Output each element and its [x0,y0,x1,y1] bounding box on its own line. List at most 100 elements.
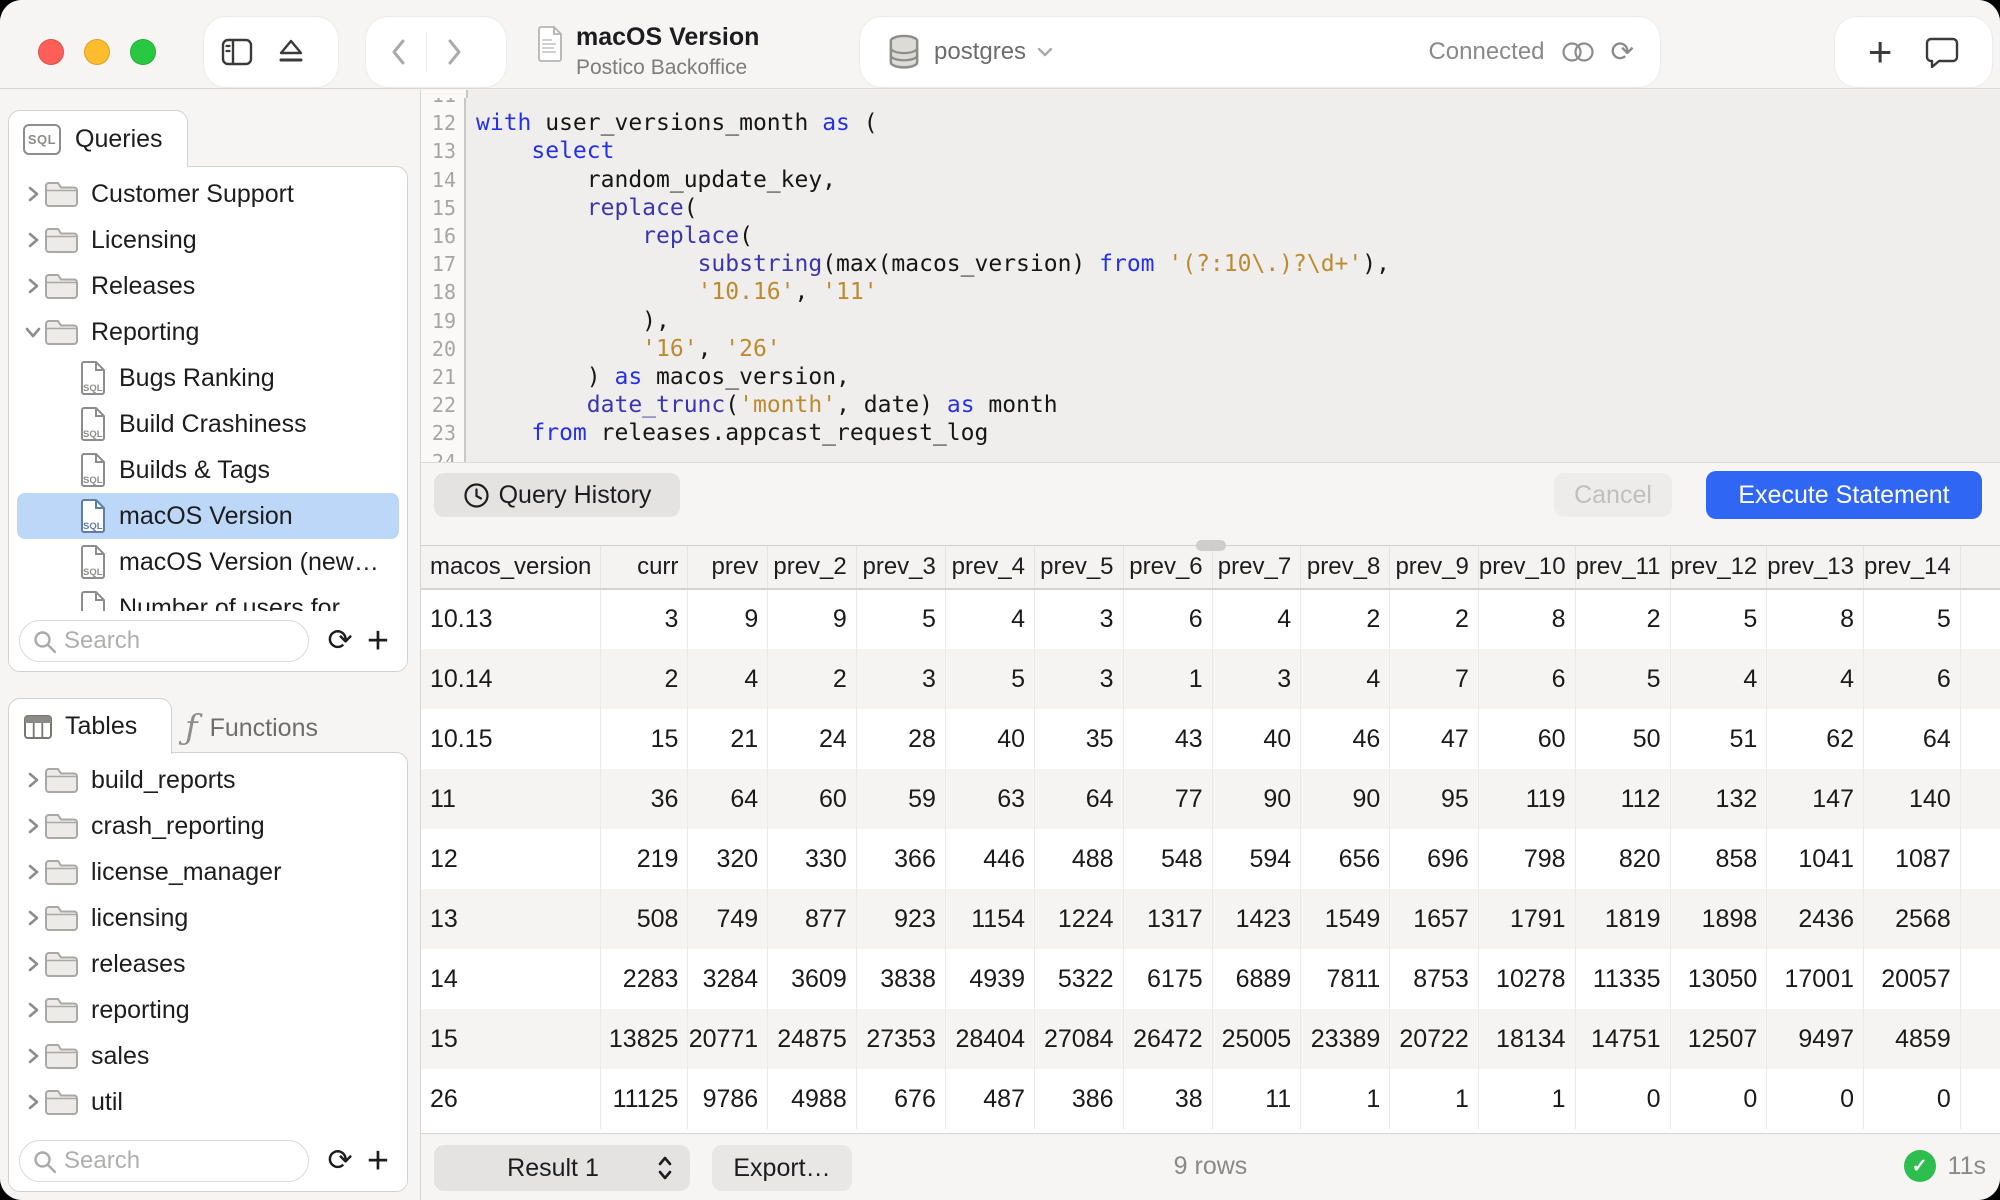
table-cell[interactable]: 5 [945,649,1034,709]
table-cell[interactable]: 24875 [768,1009,857,1069]
table-cell[interactable]: 0 [1670,1069,1767,1129]
schema-item-reporting[interactable]: reporting [17,987,399,1033]
reconnect-icon[interactable]: ⟳ [1611,37,1634,67]
query-item-reporting[interactable]: Reporting [17,309,399,355]
query-item-customer-support[interactable]: Customer Support [17,171,399,217]
schema-item-licensing[interactable]: licensing [17,895,399,941]
table-cell[interactable]: 24 [768,709,857,769]
table-cell[interactable]: 6175 [1123,949,1212,1009]
table-cell[interactable]: 77 [1123,769,1212,829]
table-cell[interactable]: 4 [688,649,768,709]
table-row-10.15[interactable]: 10.15152124284035434046476050516264 [421,709,2000,769]
table-cell[interactable]: 10.14 [421,649,601,709]
table-cell[interactable]: 820 [1575,829,1670,889]
table-cell[interactable]: 0 [1575,1069,1670,1129]
table-row-10.14[interactable]: 10.14242353134765446 [421,649,2000,709]
table-row-11[interactable]: 1136646059636477909095119112132147140 [421,769,2000,829]
table-cell[interactable]: 1898 [1670,889,1767,949]
table-cell[interactable]: 1549 [1301,889,1390,949]
splitter-handle[interactable] [1196,540,1226,551]
table-cell[interactable]: 8 [1478,589,1575,649]
table-cell[interactable]: 2 [1390,589,1479,649]
column-header-prev-10[interactable]: prev_10 [1478,546,1575,589]
table-cell[interactable]: 3 [1212,649,1301,709]
queries-tab[interactable]: SQL Queries [8,110,188,167]
table-cell[interactable]: 119 [1478,769,1575,829]
query-item-builds-tags[interactable]: SQLBuilds & Tags [17,447,399,493]
table-cell[interactable]: 3838 [856,949,945,1009]
chevron-right-icon[interactable] [23,954,43,974]
table-cell[interactable]: 7811 [1301,949,1390,1009]
table-cell[interactable]: 5 [1670,589,1767,649]
column-header-prev-7[interactable]: prev_7 [1212,546,1301,589]
table-cell[interactable]: 0 [1767,1069,1864,1129]
column-header-prev-6[interactable]: prev_6 [1123,546,1212,589]
database-selector[interactable]: postgres [934,38,1026,66]
table-cell[interactable]: 1819 [1575,889,1670,949]
chevron-down-icon[interactable] [23,322,43,342]
table-cell[interactable]: 13 [421,889,601,949]
table-cell[interactable]: 696 [1390,829,1479,889]
refresh-queries-button[interactable]: ⟳ [321,619,359,663]
table-cell[interactable]: 6889 [1212,949,1301,1009]
table-cell[interactable]: 4988 [768,1069,857,1129]
table-cell[interactable]: 3284 [688,949,768,1009]
table-cell[interactable]: 5 [856,589,945,649]
table-cell[interactable]: 676 [856,1069,945,1129]
chevron-right-icon[interactable] [23,816,43,836]
table-cell[interactable]: 18134 [1478,1009,1575,1069]
table-cell[interactable]: 59 [856,769,945,829]
tables-search-input[interactable] [19,1140,309,1182]
table-row-13[interactable]: 1350874987792311541224131714231549165717… [421,889,2000,949]
table-cell[interactable]: 51 [1670,709,1767,769]
table-cell[interactable]: 3 [1035,649,1124,709]
chevron-right-icon[interactable] [23,184,43,204]
table-cell[interactable]: 2 [1575,589,1670,649]
column-header-prev-9[interactable]: prev_9 [1390,546,1479,589]
chat-icon[interactable] [1925,35,1959,69]
table-cell[interactable]: 20771 [688,1009,768,1069]
column-header-prev-12[interactable]: prev_12 [1670,546,1767,589]
table-cell[interactable]: 4 [1301,649,1390,709]
table-cell[interactable]: 132 [1670,769,1767,829]
add-query-button[interactable]: + [359,619,397,663]
table-cell[interactable]: 50 [1575,709,1670,769]
table-cell[interactable]: 11335 [1575,949,1670,1009]
table-cell[interactable]: 40 [1212,709,1301,769]
back-button[interactable] [372,25,426,79]
table-cell[interactable]: 2 [768,649,857,709]
table-cell[interactable]: 798 [1478,829,1575,889]
table-cell[interactable]: 6 [1478,649,1575,709]
table-cell[interactable]: 63 [945,769,1034,829]
chevron-right-icon[interactable] [23,1000,43,1020]
table-row-15[interactable]: 1513825207712487527353284042708426472250… [421,1009,2000,1069]
table-cell[interactable]: 749 [688,889,768,949]
table-cell[interactable]: 508 [601,889,688,949]
new-item-button[interactable]: + [1868,32,1893,72]
table-cell[interactable]: 923 [856,889,945,949]
schema-item-sales[interactable]: sales [17,1033,399,1079]
table-cell[interactable]: 140 [1864,769,1961,829]
chevron-right-icon[interactable] [23,1046,43,1066]
table-cell[interactable]: 3 [856,649,945,709]
table-cell[interactable]: 2 [1301,589,1390,649]
table-cell[interactable]: 21 [688,709,768,769]
column-header-prev-5[interactable]: prev_5 [1035,546,1124,589]
table-cell[interactable]: 26472 [1123,1009,1212,1069]
table-cell[interactable]: 90 [1212,769,1301,829]
column-header-prev-14[interactable]: prev_14 [1864,546,1961,589]
chevron-right-icon[interactable] [23,908,43,928]
table-cell[interactable]: 2436 [1767,889,1864,949]
table-cell[interactable]: 147 [1767,769,1864,829]
table-cell[interactable]: 4939 [945,949,1034,1009]
link-icon[interactable] [1559,39,1597,65]
column-header-prev-3[interactable]: prev_3 [856,546,945,589]
table-cell[interactable]: 20722 [1390,1009,1479,1069]
chevron-right-icon[interactable] [23,862,43,882]
table-cell[interactable]: 1317 [1123,889,1212,949]
table-cell[interactable]: 219 [601,829,688,889]
query-item-macos-version-new[interactable]: SQLmacOS Version (new… [17,539,399,585]
table-cell[interactable]: 3 [1035,589,1124,649]
table-cell[interactable]: 112 [1575,769,1670,829]
table-cell[interactable]: 1 [1390,1069,1479,1129]
